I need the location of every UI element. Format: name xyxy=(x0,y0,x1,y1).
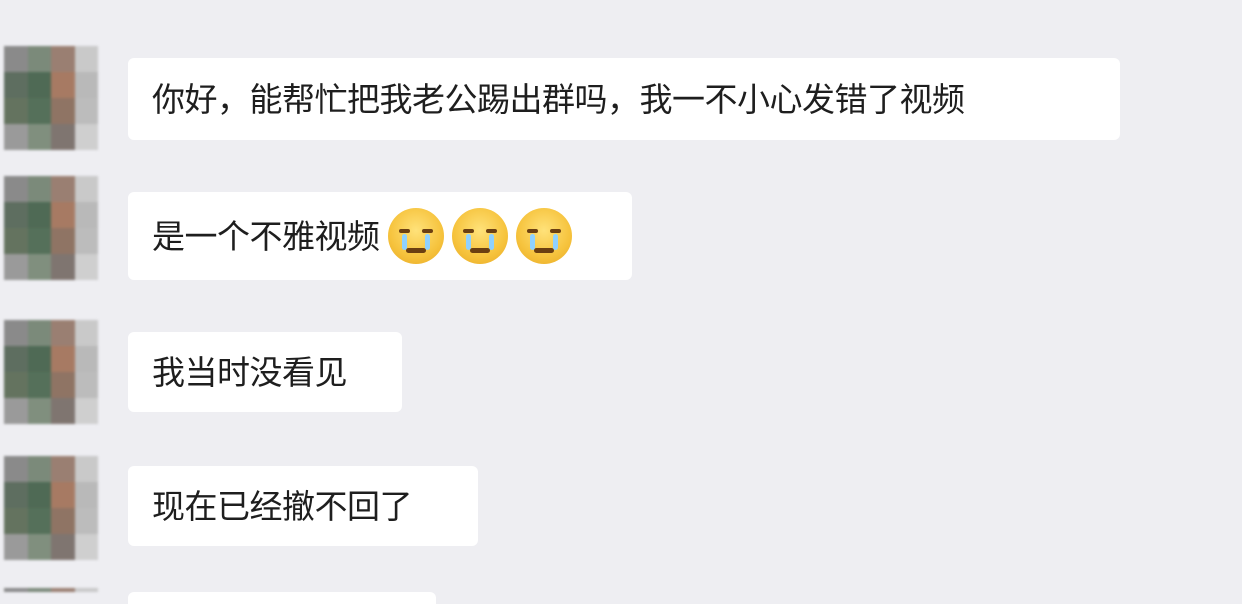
avatar[interactable] xyxy=(4,456,98,560)
message-text: 现在已经撤不回了 xyxy=(152,486,413,526)
crying-face-icon xyxy=(387,208,444,264)
message-bubble[interactable]: 你好，能帮忙把我老公踢出群吗，我一不小心发错了视频 xyxy=(128,58,1120,140)
message-text: 我当时没看见 xyxy=(152,352,348,392)
avatar[interactable] xyxy=(4,176,98,280)
avatar[interactable] xyxy=(4,46,98,150)
message-text: 是一个不雅视频 xyxy=(152,216,380,256)
avatar[interactable] xyxy=(4,320,98,424)
message-bubble[interactable]: 现在已经撤不回了 xyxy=(128,466,478,546)
message-bubble[interactable]: 我当时没看见 xyxy=(128,332,402,412)
message-bubble[interactable]: 是一个不雅视频 xyxy=(128,192,632,280)
message-bubble[interactable] xyxy=(128,592,436,604)
chat-message-list: 你好，能帮忙把我老公踢出群吗，我一不小心发错了视频 是一个不雅视频 我当时没看见 xyxy=(0,0,1242,604)
message-text: 你好，能帮忙把我老公踢出群吗，我一不小心发错了视频 xyxy=(152,79,965,119)
crying-face-icon xyxy=(515,208,572,264)
crying-face-icon xyxy=(451,208,508,264)
avatar[interactable] xyxy=(4,588,98,604)
